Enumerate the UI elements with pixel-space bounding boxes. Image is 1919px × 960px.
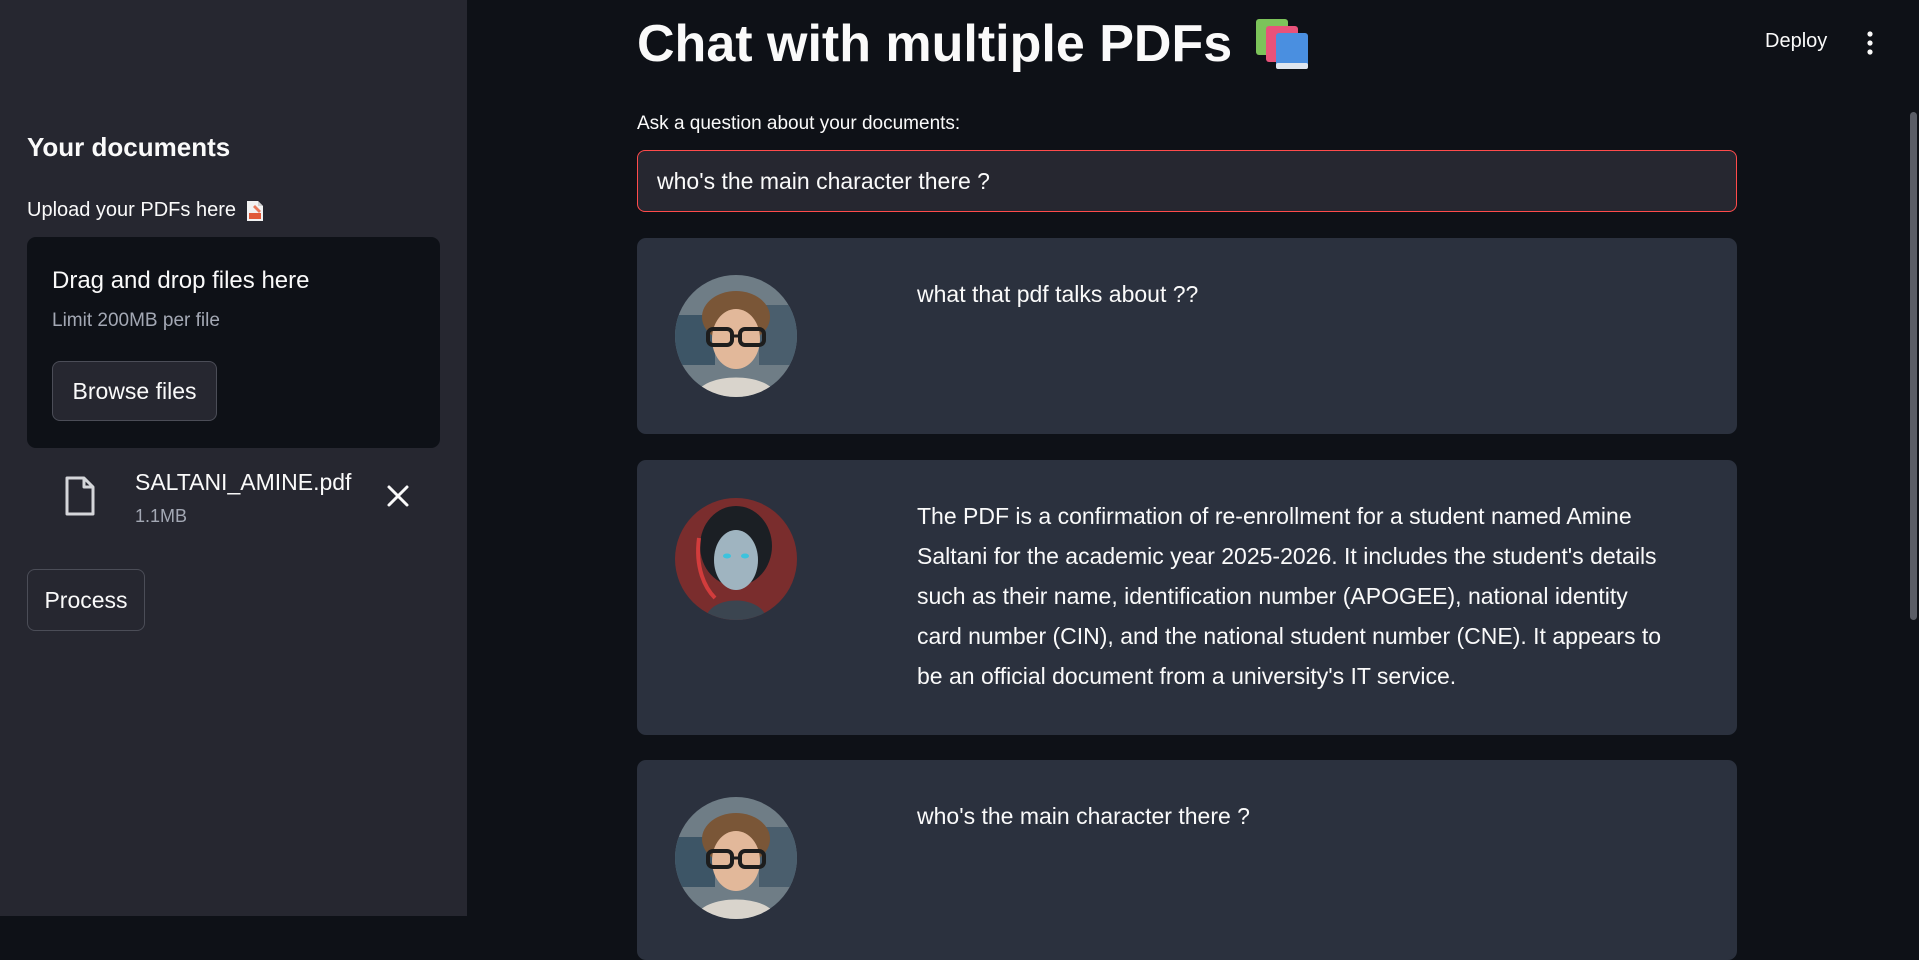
close-icon[interactable] — [385, 483, 411, 509]
process-button[interactable]: Process — [27, 569, 145, 631]
chat-message-user: who's the main character there ? — [637, 760, 1737, 960]
page-title-text: Chat with multiple PDFs — [637, 15, 1233, 73]
bot-avatar — [675, 498, 797, 620]
document-icon — [246, 200, 264, 222]
upload-label-text: Upload your PDFs here — [27, 199, 236, 221]
question-label: Ask a question about your documents: — [637, 113, 961, 134]
sidebar: Your documents Upload your PDFs here Dra… — [0, 0, 467, 916]
more-vertical-icon[interactable] — [1860, 30, 1880, 56]
file-name: SALTANI_AMINE.pdf — [135, 469, 352, 495]
dropzone-title: Drag and drop files here — [52, 267, 310, 294]
sidebar-title: Your documents — [27, 132, 231, 162]
dropzone-limit: Limit 200MB per file — [52, 310, 220, 331]
page-title: Chat with multiple PDFs — [637, 14, 1312, 74]
uploaded-file: SALTANI_AMINE.pdf 1.1MB — [27, 468, 440, 536]
chat-message-bot: The PDF is a confirmation of re-enrollme… — [637, 460, 1737, 735]
books-icon — [1254, 17, 1312, 71]
scrollbar[interactable] — [1910, 112, 1917, 620]
question-input[interactable] — [637, 150, 1737, 212]
file-icon — [63, 476, 97, 516]
browse-files-button[interactable]: Browse files — [52, 361, 217, 421]
deploy-button[interactable]: Deploy — [1765, 30, 1827, 53]
file-dropzone[interactable]: Drag and drop files here Limit 200MB per… — [27, 237, 440, 448]
message-text: what that pdf talks about ?? — [917, 281, 1199, 307]
message-text: who's the main character there ? — [917, 803, 1250, 829]
chat-message-user: what that pdf talks about ?? — [637, 238, 1737, 434]
user-avatar — [675, 797, 797, 919]
message-text: The PDF is a confirmation of re-enrollme… — [917, 503, 1662, 689]
file-size: 1.1MB — [135, 506, 188, 526]
upload-label: Upload your PDFs here — [27, 199, 264, 222]
user-avatar — [675, 275, 797, 397]
